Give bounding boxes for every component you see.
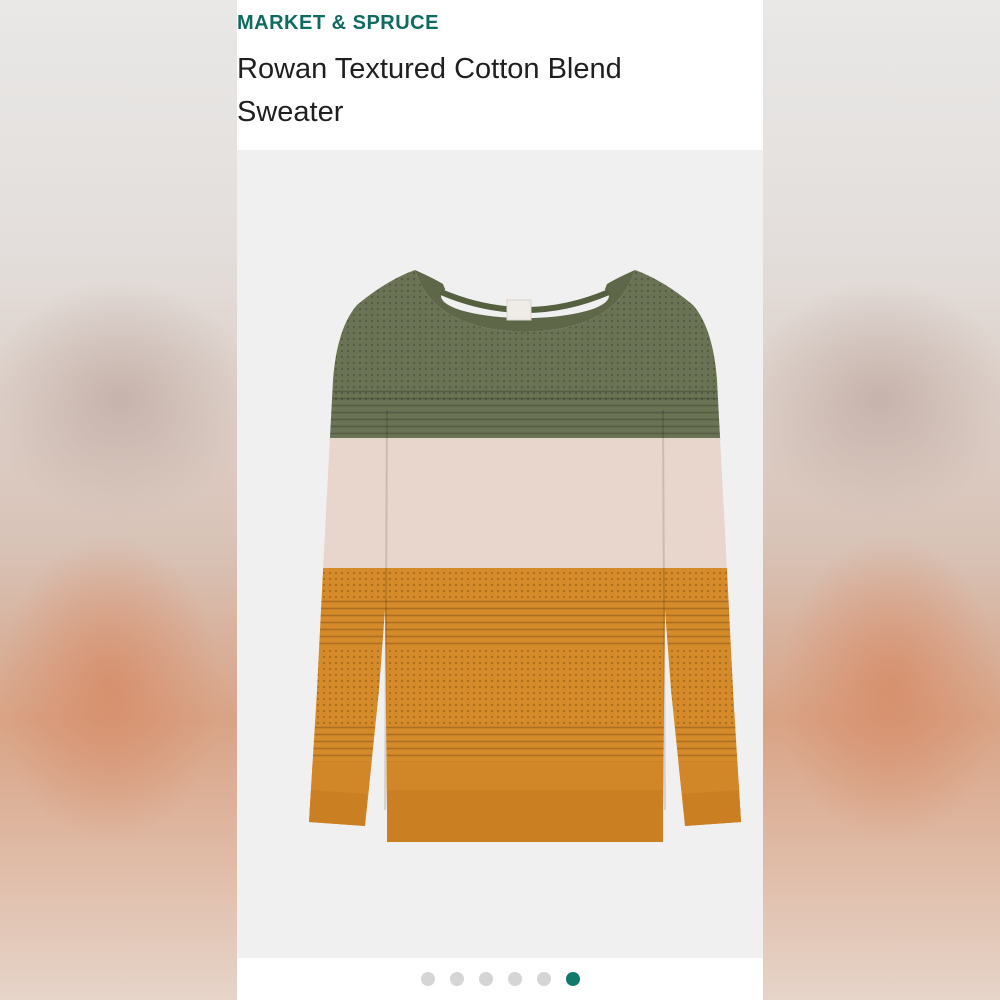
product-title: Rowan Textured Cotton Blend Sweater <box>237 53 622 128</box>
carousel-dot-3[interactable] <box>478 972 493 986</box>
carousel-dot-1[interactable] <box>420 972 435 986</box>
sweater-image <box>309 270 741 842</box>
carousel-dot-2[interactable] <box>449 972 464 986</box>
product-image[interactable] <box>237 150 763 958</box>
carousel-dot-4[interactable] <box>507 972 522 986</box>
brand-name[interactable]: MARKET & SPRUCE <box>237 12 439 35</box>
carousel-dot-5[interactable] <box>536 972 551 986</box>
image-carousel-indicators <box>237 958 763 1000</box>
carousel-dot-6-active[interactable] <box>565 972 580 986</box>
product-card: MARKET & SPRUCE Rowan Textured Cotton Bl… <box>237 0 763 1000</box>
